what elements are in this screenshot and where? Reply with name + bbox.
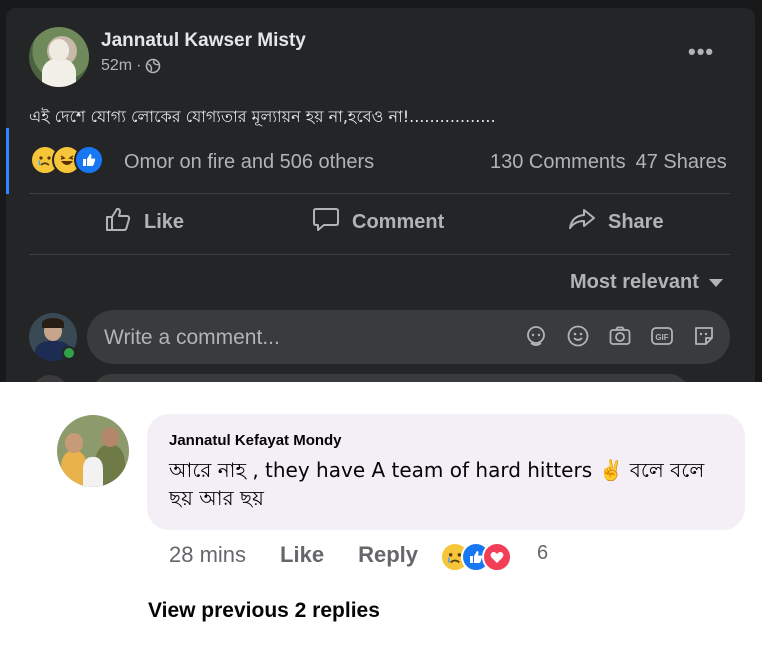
reply-reaction-icons[interactable] [440, 542, 512, 572]
comment-icon [312, 206, 340, 238]
avatar-sticker-icon[interactable] [523, 323, 548, 348]
gif-icon[interactable]: GIF [649, 323, 674, 348]
svg-text:GIF: GIF [655, 333, 668, 342]
reactions-summary[interactable]: Omor on fire and 506 others [124, 151, 374, 174]
sort-label: Most relevant [570, 271, 699, 293]
thumbs-up-icon [104, 206, 132, 238]
comment-label: Comment [352, 210, 445, 233]
share-label: Share [608, 210, 664, 233]
reply-reaction-count[interactable]: 6 [537, 542, 548, 565]
share-icon [568, 206, 596, 238]
comments-count[interactable]: 130 Comments [490, 151, 626, 174]
author-avatar[interactable] [29, 27, 89, 87]
like-label: Like [144, 210, 185, 233]
caret-down-icon [708, 278, 723, 287]
comment-button[interactable]: Comment [312, 206, 444, 238]
reply-author-name[interactable]: Jannatul Kefayat Mondy [169, 432, 342, 449]
post-meta: 52m · [101, 57, 161, 75]
emoji-icon[interactable] [565, 323, 590, 348]
reply-actions: 28 mins Like Reply [169, 542, 418, 568]
comment-placeholder: Write a comment... [104, 326, 280, 349]
divider [29, 254, 730, 255]
sort-dropdown[interactable]: Most relevant [570, 271, 723, 294]
globe-icon [145, 58, 161, 74]
more-options-icon[interactable]: ••• [688, 41, 714, 63]
like-reaction-icon [74, 145, 104, 175]
comment-tools: GIF [523, 323, 716, 348]
post-text: এই দেশে যোগ্য লোকের যোগ্যতার মূল্যায়ন হ… [29, 107, 496, 126]
share-button[interactable]: Share [568, 206, 664, 238]
camera-icon[interactable] [607, 323, 632, 348]
divider [29, 193, 730, 194]
post-time[interactable]: 52m [101, 57, 132, 75]
next-comment-bubble [92, 374, 689, 382]
dark-post-screenshot: Jannatul Kawser Misty 52m · ••• এই দেশে … [0, 0, 762, 382]
post-author-name[interactable]: Jannatul Kawser Misty [101, 30, 306, 52]
reply-author-avatar[interactable] [57, 415, 129, 487]
reply-time[interactable]: 28 mins [169, 542, 246, 568]
focus-accent-bar [6, 128, 9, 194]
like-button[interactable]: Like [104, 206, 184, 238]
post-stats: 130 Comments 47 Shares [490, 151, 727, 174]
shares-count[interactable]: 47 Shares [636, 151, 727, 174]
love-reaction-icon [482, 542, 512, 572]
comment-input[interactable]: Write a comment... GIF [87, 310, 730, 364]
reply-like-button[interactable]: Like [280, 542, 324, 568]
online-status-dot [62, 346, 76, 360]
reply-bubble: Jannatul Kefayat Mondy আরে নাহ , they ha… [147, 414, 745, 530]
reply-text: আরে নাহ , they have A team of hard hitte… [169, 458, 705, 510]
light-reply-screenshot: Jannatul Kefayat Mondy আরে নাহ , they ha… [0, 382, 762, 646]
reaction-icons[interactable] [30, 145, 104, 175]
reply-reply-button[interactable]: Reply [358, 542, 418, 568]
sticker-icon[interactable] [691, 323, 716, 348]
meta-separator: · [136, 57, 142, 74]
view-previous-replies-link[interactable]: View previous 2 replies [148, 599, 380, 623]
